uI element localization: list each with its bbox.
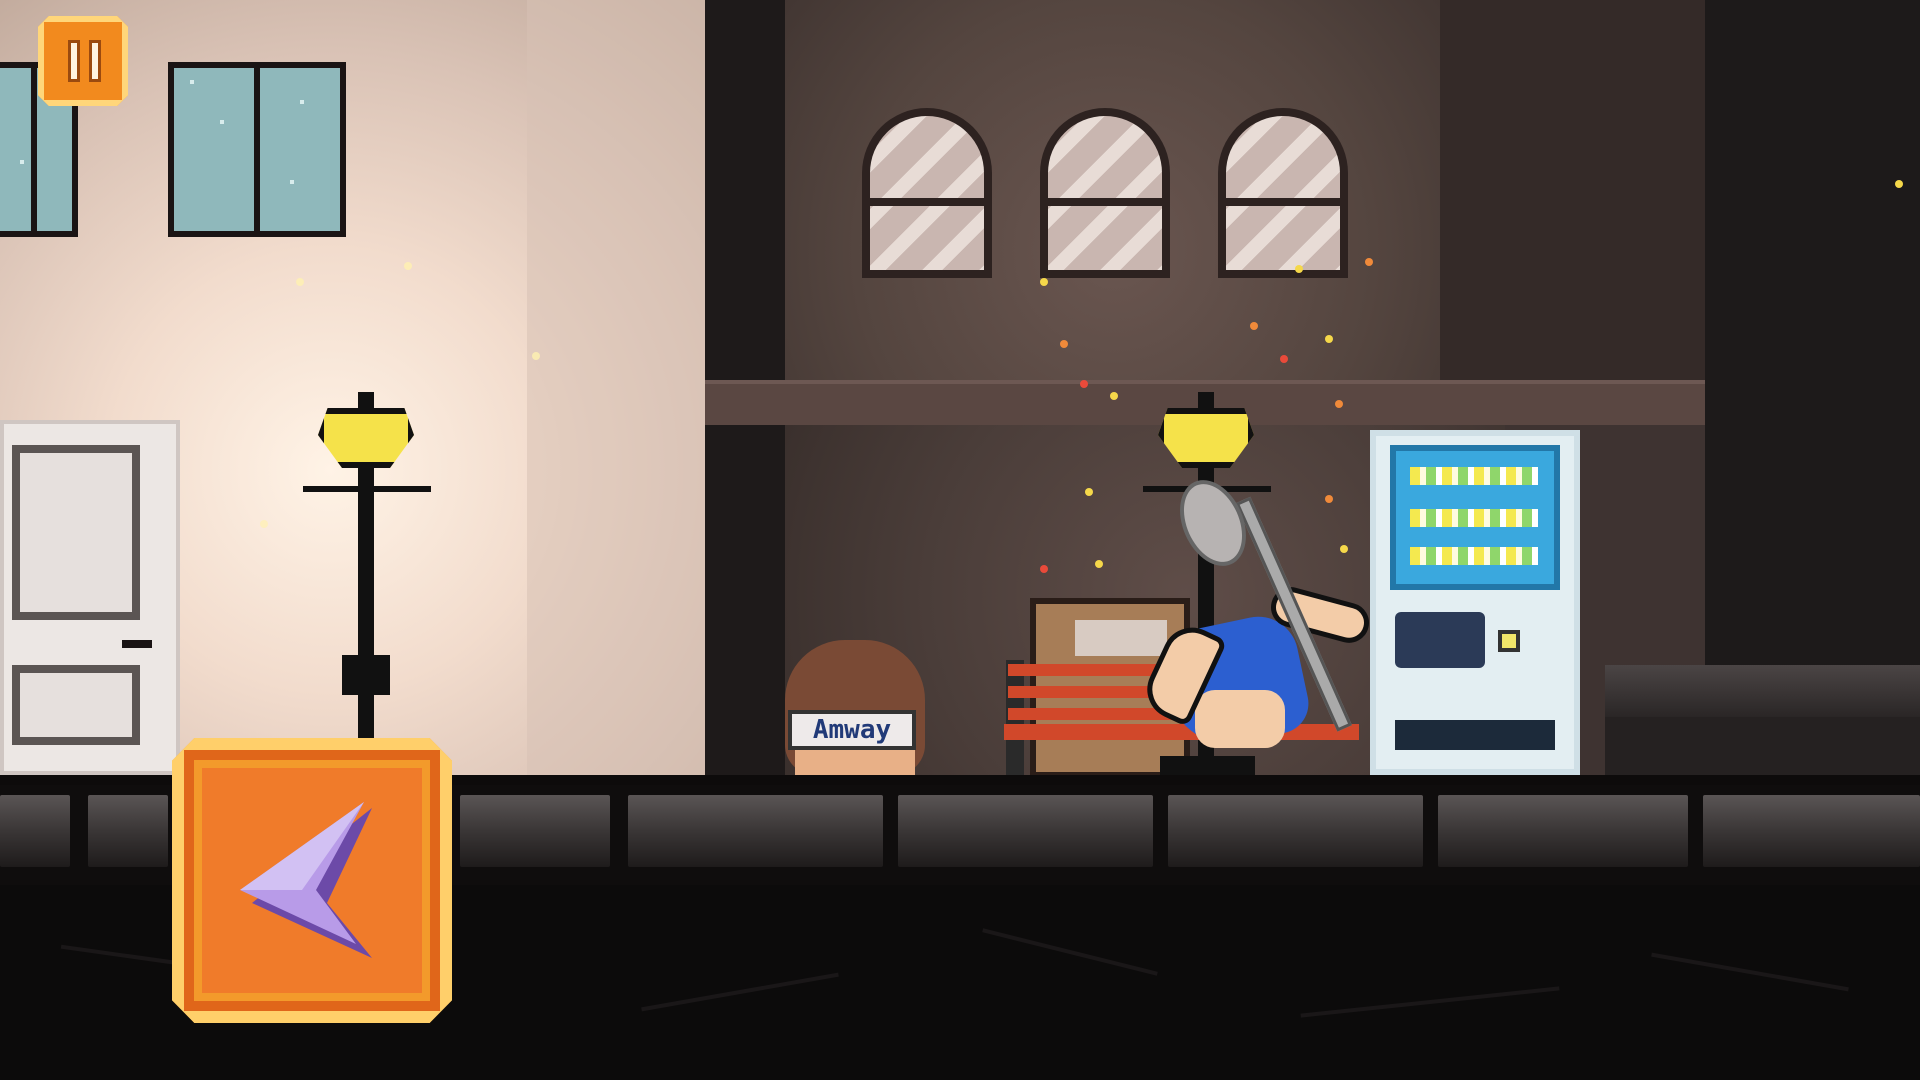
arched-window-1 bbox=[862, 108, 992, 278]
sidewalk-tile bbox=[88, 795, 168, 867]
vending-machine-coin-slot bbox=[1498, 630, 1520, 652]
sparkle bbox=[1280, 355, 1288, 363]
sparkle bbox=[1295, 265, 1303, 273]
street-lamp-crossbar bbox=[303, 486, 431, 492]
sidewalk-tile bbox=[628, 795, 883, 867]
bench-sign bbox=[1075, 620, 1167, 656]
vending-machine-display bbox=[1390, 445, 1560, 590]
door-panel-top bbox=[12, 445, 140, 620]
right-building-upper-wall bbox=[1440, 0, 1710, 380]
sparkle bbox=[1060, 340, 1068, 348]
door-handle bbox=[122, 640, 152, 648]
sidewalk-tile bbox=[1703, 795, 1920, 867]
window-blue bbox=[168, 62, 346, 237]
npc-character-face bbox=[795, 748, 915, 776]
street-lamp-cap-2 bbox=[1198, 392, 1214, 410]
sparkle bbox=[1895, 180, 1903, 188]
left-building-side-wall bbox=[527, 0, 705, 780]
sidewalk-tile bbox=[1438, 795, 1688, 867]
sparkle bbox=[404, 262, 412, 270]
door-panel-bottom bbox=[12, 665, 140, 745]
street-lamp-cap bbox=[358, 392, 374, 410]
sidewalk-tile bbox=[898, 795, 1153, 867]
hero-character-face bbox=[1195, 690, 1285, 748]
arched-window-2 bbox=[1040, 108, 1170, 278]
street-lamp-pole bbox=[358, 455, 374, 780]
sparkle bbox=[1040, 278, 1048, 286]
sparkle bbox=[1085, 488, 1093, 496]
sparkle bbox=[1080, 380, 1088, 388]
sparkle bbox=[532, 352, 540, 360]
sparkle bbox=[1365, 258, 1373, 266]
left-arrow-icon bbox=[240, 802, 372, 958]
sparkle bbox=[1340, 545, 1348, 553]
raised-step-top bbox=[1605, 665, 1920, 717]
sparkle bbox=[1325, 495, 1333, 503]
hero-character-shadow bbox=[1160, 756, 1255, 776]
sparkle bbox=[1095, 560, 1103, 568]
bench-seat bbox=[1004, 724, 1359, 740]
vending-machine-tray bbox=[1395, 720, 1555, 750]
right-building bbox=[1705, 0, 1920, 780]
sparkle bbox=[1040, 565, 1048, 573]
pause-button[interactable] bbox=[38, 16, 128, 106]
sidewalk-tile bbox=[0, 795, 70, 867]
sparkle bbox=[1325, 335, 1333, 343]
street-lamp-base bbox=[342, 655, 390, 695]
sidewalk-tile bbox=[1168, 795, 1423, 867]
arched-window-3 bbox=[1218, 108, 1348, 278]
sidewalk-tile bbox=[460, 795, 610, 867]
vending-machine-panel bbox=[1395, 612, 1485, 668]
sparkle bbox=[260, 520, 268, 528]
sparkle bbox=[1110, 392, 1118, 400]
sparkle bbox=[296, 278, 304, 286]
sparkle bbox=[1335, 400, 1343, 408]
sparkle bbox=[1250, 322, 1258, 330]
npc-headband-label: Amway bbox=[788, 710, 916, 750]
game-scene: Amway bbox=[0, 0, 1920, 1080]
